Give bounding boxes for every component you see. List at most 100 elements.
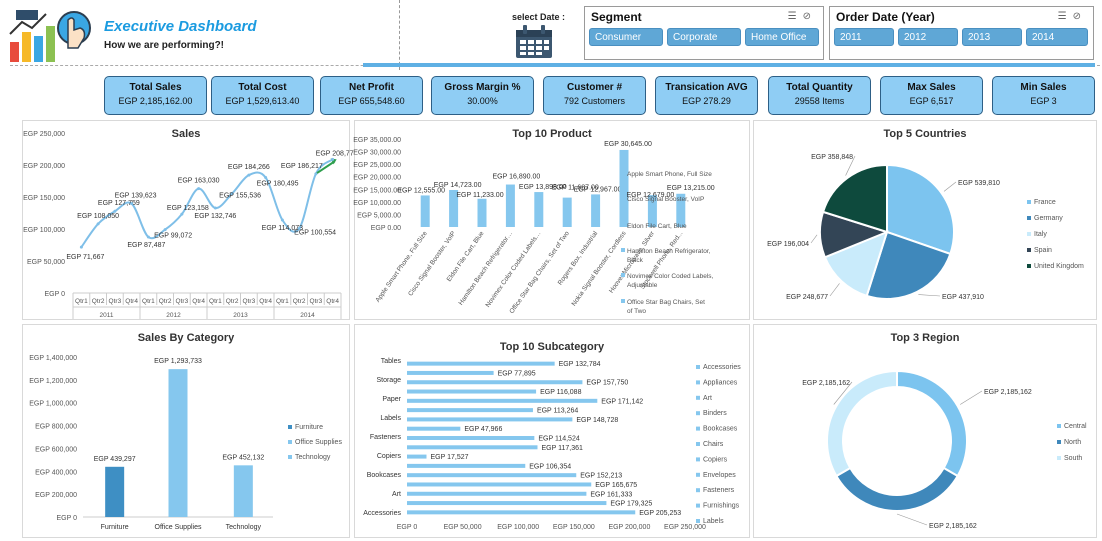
segment-option-home-office[interactable]: Home Office xyxy=(745,28,819,46)
kpi-label: Total Cost xyxy=(238,82,287,93)
sales-data-point xyxy=(79,245,83,249)
legend-swatch xyxy=(1027,264,1031,268)
sales-data-label: EGP 155,536 xyxy=(219,192,261,199)
product-bar xyxy=(534,192,544,227)
y-tick-label: EGP 5,000.00 xyxy=(357,212,401,219)
subcategory-bar xyxy=(407,426,461,431)
subcategory-bar xyxy=(407,445,538,450)
kpi-value: 29558 Items xyxy=(794,96,845,106)
y-tick-label: EGP 1,200,000 xyxy=(29,378,77,385)
multi-select-icon[interactable]: ☰ xyxy=(788,11,803,22)
x-tick-label: Qtr3 xyxy=(243,298,256,305)
legend-label: Novimex Color Coded Labels, xyxy=(627,273,714,280)
kpi-label: Transication AVG xyxy=(665,82,748,93)
select-date-label: select Date : xyxy=(512,12,566,22)
pie-leader-line xyxy=(943,181,957,192)
subcategory-data-label: EGP 17,527 xyxy=(430,454,468,461)
kpi-label: Total Quantity xyxy=(786,82,853,93)
category-bar xyxy=(233,465,253,517)
legend-label: North xyxy=(1064,439,1081,446)
sales-data-point xyxy=(314,172,318,176)
sales-data-point xyxy=(180,212,184,216)
legend-label: Art xyxy=(703,395,712,402)
legend-label: Accessories xyxy=(703,364,741,371)
legend-label: United Kingdom xyxy=(1034,263,1084,270)
y-tick-label: EGP 0.00 xyxy=(371,225,401,232)
year-option-2011[interactable]: 2011 xyxy=(834,28,894,46)
sales-data-point xyxy=(130,202,134,206)
subcategory-data-label: EGP 205,253 xyxy=(639,510,681,517)
year-option-2013[interactable]: 2013 xyxy=(962,28,1022,46)
legend-swatch xyxy=(1027,232,1031,236)
legend-label: Hamilton Beach Refrigerator, xyxy=(627,248,711,255)
kpi-transaction-avg: Transication AVG EGP 278.29 xyxy=(655,76,758,115)
product-category-label: Novimex Color Coded Labels… xyxy=(484,230,542,309)
legend-swatch xyxy=(696,411,700,416)
product-bar xyxy=(591,194,601,227)
product-data-label: EGP 12,967.00 xyxy=(574,186,622,193)
year-option-2012[interactable]: 2012 xyxy=(898,28,958,46)
x-tick-label: EGP 250,000 xyxy=(664,524,706,531)
y-tick-label: EGP 50,000 xyxy=(27,259,65,266)
kpi-total-quantity: Total Quantity 29558 Items xyxy=(768,76,871,115)
kpi-max-sales: Max Sales EGP 6,517 xyxy=(880,76,983,115)
subcategory-axis-label: Bookcases xyxy=(367,472,402,479)
legend-swatch xyxy=(696,503,700,508)
subcategory-data-label: EGP 171,142 xyxy=(601,398,643,405)
x-tick-label: Qtr4 xyxy=(326,298,339,305)
legend-label: of Two xyxy=(627,308,646,315)
subcategory-bar xyxy=(407,501,607,506)
page-subtitle: How we are performing?! xyxy=(104,40,225,51)
legend-swatch xyxy=(696,488,700,493)
y-tick-label: EGP 200,000 xyxy=(35,492,77,499)
pie-data-label: EGP 539,810 xyxy=(958,180,1000,187)
sales-by-category-bar-chart: EGP 0 EGP 200,000 EGP 400,000 EGP 600,000 EG… xyxy=(29,355,342,531)
legend-label: Italy xyxy=(1034,231,1047,238)
legend-label: Eldon File Cart, Blue xyxy=(627,223,687,230)
pie-slice xyxy=(896,369,968,478)
legend-swatch xyxy=(621,299,625,303)
category-axis-label: Furniture xyxy=(101,524,129,531)
legend-label: Fasteners xyxy=(703,487,735,494)
year-option-2014[interactable]: 2014 xyxy=(1026,28,1088,46)
calendar-icon[interactable] xyxy=(514,24,554,60)
clear-filter-icon[interactable]: ⊘ xyxy=(1073,11,1087,22)
clear-filter-icon[interactable]: ⊘ xyxy=(803,11,817,22)
x-tick-label: Qtr4 xyxy=(192,298,205,305)
segment-option-consumer[interactable]: Consumer xyxy=(589,28,663,46)
subcategory-bar xyxy=(407,454,427,459)
subcategory-axis-label: Tables xyxy=(381,358,402,365)
category-data-label: EGP 1,293,733 xyxy=(154,358,202,365)
top-countries-pie-chart: EGP 539,810 EGP 437,910 EGP 248,677 EGP 196… xyxy=(767,154,1084,301)
x-tick-label: Qtr4 xyxy=(125,298,138,305)
sales-data-label: EGP 127,759 xyxy=(98,200,140,207)
legend-label: Central xyxy=(1064,423,1087,430)
subcategory-bar xyxy=(407,370,494,375)
x-tick-label: Qtr1 xyxy=(142,298,155,305)
sales-by-category-panel: Sales By Category EGP 0 EGP 200,000 EGP 40… xyxy=(22,324,350,538)
top-products-panel: Top 10 Product EGP 0.00 EGP 5,000.00 EGP 1… xyxy=(353,120,750,320)
legend-swatch xyxy=(1057,424,1061,428)
product-category-label: Office Star Bag Chairs, Set of Two xyxy=(508,230,571,315)
top-subcategory-bar-chart: EGP 0 EGP 50,000 EGP 100,000 EGP 150,000 EGP… xyxy=(363,358,741,531)
legend-label: Apple Smart Phone, Full Size xyxy=(627,171,712,178)
kpi-total-cost: Total Cost EGP 1,529,613.40 xyxy=(211,76,314,115)
legend-swatch xyxy=(696,519,700,523)
legend-label: Copiers xyxy=(703,456,728,463)
sales-data-label: EGP 99,072 xyxy=(154,233,192,240)
product-bar xyxy=(420,195,430,227)
legend-label: South xyxy=(1064,455,1082,462)
subcategory-axis-label: Copiers xyxy=(377,453,402,460)
legend-label: Furnishings xyxy=(703,503,740,510)
kpi-value: EGP 3 xyxy=(1030,96,1057,106)
segment-option-corporate[interactable]: Corporate xyxy=(667,28,741,46)
product-category-label: Apple Smart Phone, Full Size xyxy=(374,230,429,304)
top-region-donut-chart: EGP 2,185,162 EGP 2,185,162 EGP 2,185,162 C… xyxy=(802,369,1087,530)
y-tick-label: EGP 200,000 xyxy=(23,163,65,170)
x-tick-label: Qtr1 xyxy=(209,298,222,305)
y-tick-label: EGP 100,000 xyxy=(23,227,65,234)
subcategory-bar xyxy=(407,436,535,440)
dashboard-logo-icon xyxy=(9,10,91,62)
sales-data-point xyxy=(247,173,251,177)
multi-select-icon[interactable]: ☰ xyxy=(1058,11,1073,22)
